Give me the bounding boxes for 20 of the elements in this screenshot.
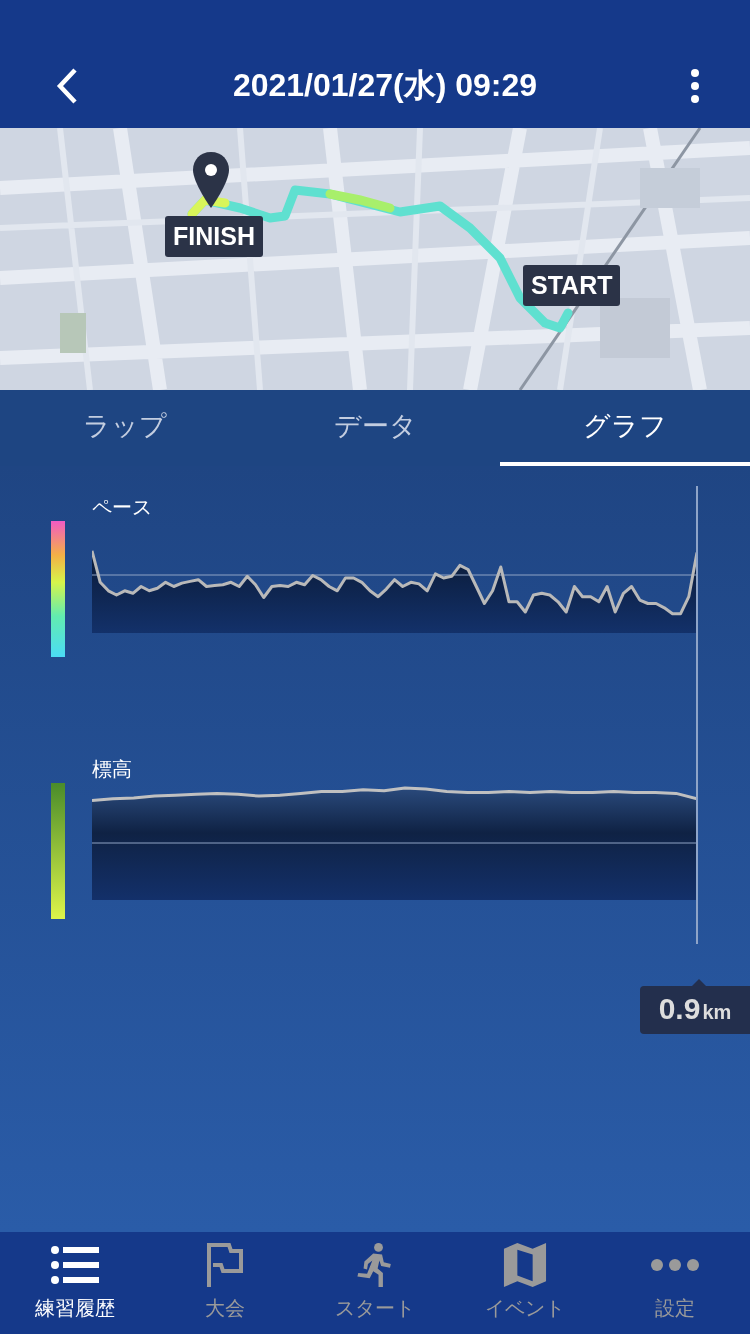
graph-label: ペース <box>92 494 152 521</box>
more-icon[interactable] <box>690 69 700 103</box>
route-marker-label: FINISH <box>165 216 263 257</box>
more-icon <box>651 1257 699 1273</box>
list-icon <box>51 1243 99 1287</box>
graph-label: 標高 <box>92 756 132 783</box>
distance-value: 0.9 <box>658 992 701 1026</box>
location-pin-icon <box>191 150 231 210</box>
back-icon[interactable] <box>54 66 80 106</box>
nav-item[interactable]: 設定 <box>600 1232 750 1334</box>
route-marker-label: START <box>523 265 621 306</box>
nav-item[interactable]: イベント <box>450 1232 600 1334</box>
tab[interactable]: データ <box>250 390 500 466</box>
distance-unit: km <box>702 1001 732 1024</box>
nav-item[interactable]: スタート <box>300 1232 450 1334</box>
header-title: 2021/01/27(水) 09:29 <box>231 66 539 105</box>
nav-item[interactable]: 練習履歴 <box>0 1232 150 1334</box>
tab[interactable]: ラップ <box>0 390 250 466</box>
nav-item[interactable]: 大会 <box>150 1232 300 1334</box>
folded-map-icon <box>501 1243 549 1287</box>
